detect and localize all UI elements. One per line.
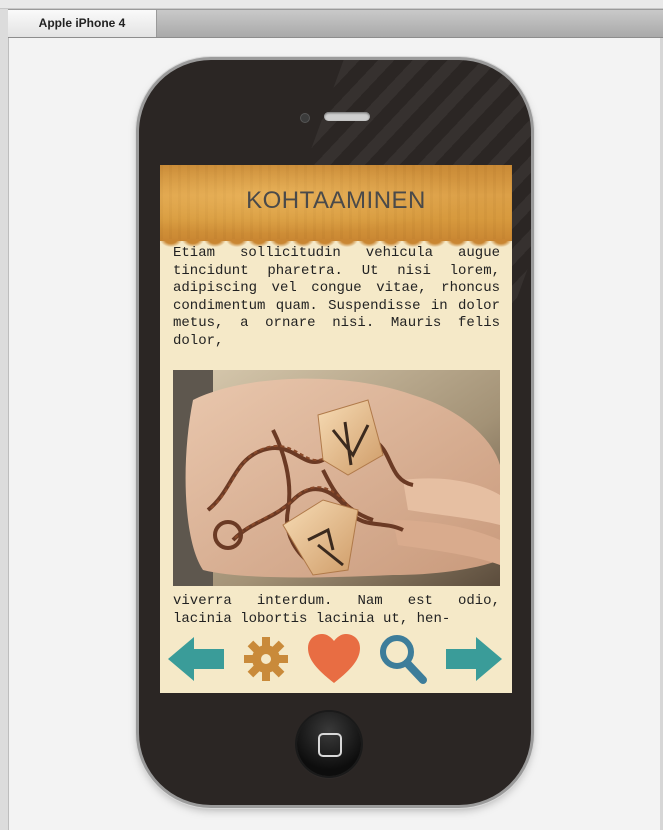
app-screen: KOHTAAMINEN Etiam sollicitudin vehicula … <box>160 165 512 693</box>
home-button[interactable] <box>297 712 361 776</box>
app-header: KOHTAAMINEN <box>160 165 512 247</box>
earpiece-speaker <box>324 112 370 121</box>
device-tab[interactable]: Apple iPhone 4 <box>8 10 157 37</box>
home-button-icon <box>318 733 342 757</box>
window-left-edge <box>0 9 9 830</box>
window-top-strip <box>0 0 663 9</box>
bottom-nav-bar <box>160 633 512 688</box>
article-photo <box>173 370 500 586</box>
front-camera <box>300 113 310 123</box>
page-title: KOHTAAMINEN <box>246 187 426 214</box>
article-paragraph-bottom: viverra interdum. Nam est odio, lacinia … <box>173 593 500 627</box>
arrow-left-icon[interactable] <box>166 633 226 685</box>
heart-icon[interactable] <box>306 633 362 685</box>
device-tab-bar: Apple iPhone 4 <box>8 9 663 38</box>
search-icon[interactable] <box>378 633 428 685</box>
article-paragraph-top: Etiam sollicitudin vehicula augue tincid… <box>173 245 500 349</box>
gear-icon[interactable] <box>241 633 291 685</box>
arrow-right-icon[interactable] <box>444 633 504 685</box>
